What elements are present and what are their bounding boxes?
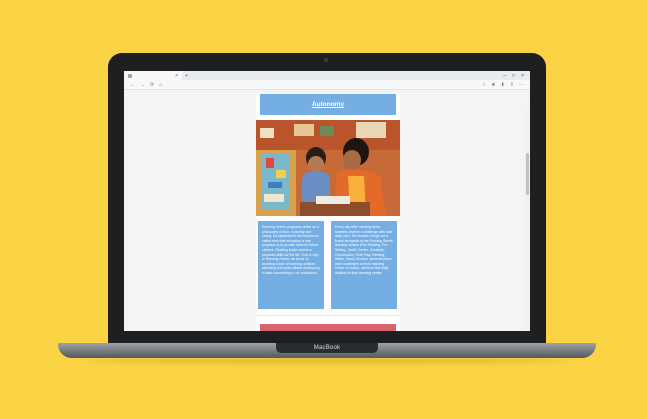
- tab-close-icon[interactable]: ×: [175, 73, 178, 79]
- address-bar[interactable]: [167, 82, 476, 87]
- left-text-block: Running Seed's programs center on a phil…: [258, 221, 324, 309]
- laptop-base: MacBook: [58, 343, 596, 358]
- laptop-notch: MacBook: [276, 343, 378, 353]
- favorites-icon[interactable]: ★: [491, 82, 495, 88]
- web-page: Autonomy Running Seed's programs center …: [256, 94, 400, 331]
- bookmark-icon[interactable]: ☆: [482, 82, 486, 88]
- section-title-link[interactable]: Autonomy: [312, 101, 344, 108]
- camera-icon: [324, 58, 328, 62]
- browser-nav-bar: ← → ⟳ ⌂ ☆ ★ ⬇ ⇪ ⋯: [124, 80, 530, 90]
- section-header: Autonomy: [260, 94, 396, 115]
- close-icon[interactable]: ×: [521, 73, 524, 79]
- section-divider: [256, 315, 400, 316]
- menu-icon[interactable]: ⋯: [519, 82, 524, 88]
- laptop-screen: × + – □ × ← → ⟳ ⌂ ☆ ★ ⬇ ⇪ ⋯ Autonomy Run…: [124, 71, 530, 331]
- next-section-header: [260, 324, 396, 331]
- laptop-shadow: [84, 358, 570, 364]
- back-icon[interactable]: ←: [130, 82, 135, 88]
- toolbar-icons: ☆ ★ ⬇ ⇪ ⋯: [482, 82, 524, 88]
- favicon-icon: [128, 73, 132, 78]
- home-icon[interactable]: ⌂: [159, 82, 162, 88]
- browser-tab[interactable]: ×: [124, 71, 182, 80]
- laptop-lid: × + – □ × ← → ⟳ ⌂ ☆ ★ ⬇ ⇪ ⋯ Autonomy Run…: [108, 53, 546, 355]
- classroom-photo: [256, 120, 400, 216]
- brand-label: MacBook: [313, 345, 341, 351]
- forward-icon[interactable]: →: [140, 82, 145, 88]
- maximize-icon[interactable]: □: [512, 73, 515, 79]
- minimize-icon[interactable]: –: [503, 73, 506, 79]
- browser-tab-bar: × + – □ ×: [124, 71, 530, 80]
- download-icon[interactable]: ⬇: [501, 82, 505, 88]
- text-columns: Running Seed's programs center on a phil…: [258, 221, 398, 309]
- reload-icon[interactable]: ⟳: [150, 82, 154, 88]
- new-tab-button[interactable]: +: [185, 73, 188, 79]
- share-icon[interactable]: ⇪: [510, 82, 514, 88]
- window-controls: – □ ×: [503, 73, 530, 79]
- scrollbar-thumb[interactable]: [526, 153, 529, 195]
- right-text-block: Every day after morning circle, students…: [331, 221, 397, 309]
- vertical-scrollbar[interactable]: [525, 109, 530, 331]
- page-viewport: Autonomy Running Seed's programs center …: [124, 90, 530, 331]
